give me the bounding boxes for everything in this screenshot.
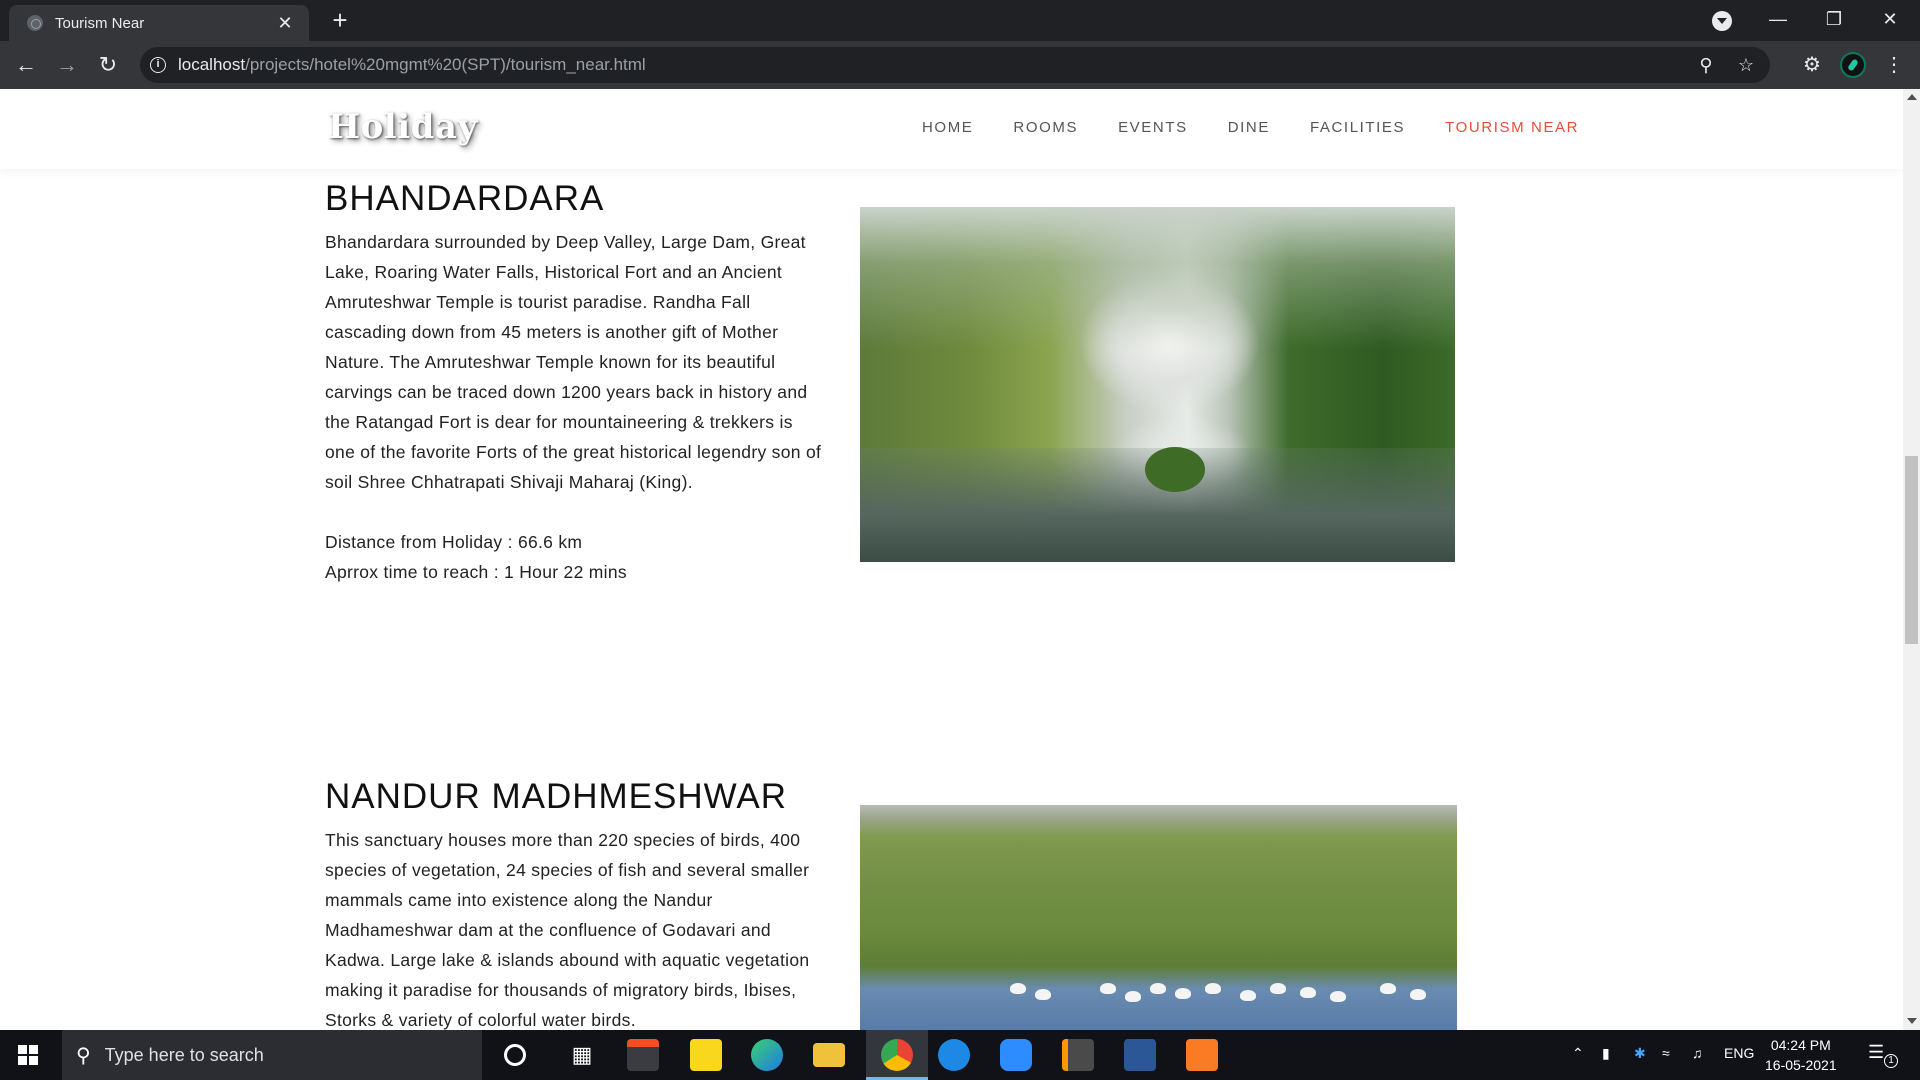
image-detail — [1145, 447, 1205, 492]
taskbar-search[interactable]: ⚲ Type here to search — [62, 1030, 482, 1080]
reload-icon[interactable]: ↻ — [92, 49, 124, 81]
tray-chevron-icon[interactable]: ⌃ — [1572, 1045, 1584, 1062]
bird-shape — [1240, 990, 1256, 1001]
store-icon[interactable] — [627, 1039, 659, 1071]
tab-search-icon[interactable] — [1712, 11, 1732, 31]
bird-shape — [1125, 991, 1141, 1002]
cortana-icon[interactable] — [504, 1044, 526, 1066]
xampp-icon[interactable] — [1186, 1039, 1218, 1071]
page-scrollbar[interactable] — [1903, 89, 1920, 1030]
tab-title: Tourism Near — [55, 14, 145, 32]
language-indicator[interactable]: ENG — [1724, 1045, 1754, 1061]
bird-shape — [1150, 983, 1166, 994]
restore-icon[interactable]: ❐ — [1806, 0, 1862, 41]
close-tab-icon[interactable]: ✕ — [273, 13, 297, 34]
browser-tab[interactable]: Tourism Near ✕ — [9, 5, 309, 41]
file-explorer-icon[interactable] — [813, 1043, 845, 1067]
scroll-thumb[interactable] — [1905, 456, 1918, 644]
zoom-icon[interactable]: ⚲ — [1694, 53, 1718, 77]
extensions-puzzle-icon[interactable]: ⚙ — [1800, 53, 1824, 77]
nav-events[interactable]: EVENTS — [1118, 119, 1188, 136]
bird-shape — [1175, 988, 1191, 999]
word-icon[interactable] — [1124, 1039, 1156, 1071]
address-bar[interactable]: i localhost/projects/hotel%20mgmt%20(SPT… — [140, 47, 1770, 83]
info-icon[interactable]: i — [150, 57, 166, 73]
nav-rooms[interactable]: ROOMS — [1013, 119, 1078, 136]
bird-shape — [1270, 983, 1286, 994]
bird-shape — [1300, 987, 1316, 998]
scroll-down-icon[interactable] — [1907, 1018, 1917, 1024]
profile-avatar[interactable] — [1840, 52, 1866, 78]
edge-icon[interactable] — [751, 1039, 783, 1071]
bluetooth-icon[interactable]: ✱ — [1634, 1045, 1646, 1062]
notification-icon[interactable]: ☰ — [1868, 1042, 1884, 1063]
page-viewport: Holiday HOME ROOMS EVENTS DINE FACILITIE… — [0, 89, 1903, 1030]
search-icon: ⚲ — [76, 1044, 91, 1067]
nav-facilities[interactable]: FACILITIES — [1310, 119, 1405, 136]
menu-kebab-icon[interactable]: ⋮ — [1882, 53, 1906, 77]
window-close-icon[interactable]: ✕ — [1862, 0, 1918, 41]
volume-icon[interactable]: ♫ — [1692, 1045, 1703, 1061]
safari-like-icon[interactable] — [938, 1039, 970, 1071]
clock-time: 04:24 PM — [1770, 1037, 1831, 1053]
notification-count: 1 — [1884, 1054, 1898, 1068]
nav-tourism-near[interactable]: TOURISM NEAR — [1445, 119, 1579, 136]
bhandardara-waterfall-image — [860, 207, 1455, 562]
back-icon[interactable]: ← — [10, 49, 42, 81]
bird-shape — [1010, 983, 1026, 994]
chrome-icon[interactable] — [881, 1039, 913, 1071]
wifi-icon[interactable]: ≈ — [1662, 1045, 1670, 1061]
site-nav: HOME ROOMS EVENTS DINE FACILITIES TOURIS… — [922, 119, 1619, 136]
zoom-app-icon[interactable] — [1000, 1039, 1032, 1071]
url-text[interactable]: localhost/projects/hotel%20mgmt%20(SPT)/… — [178, 55, 646, 75]
sublime-text-icon[interactable] — [1062, 1039, 1094, 1071]
section-description: Bhandardara surrounded by Deep Valley, L… — [325, 232, 822, 492]
bird-shape — [1100, 983, 1116, 994]
nav-dine[interactable]: DINE — [1228, 119, 1270, 136]
bookmark-star-icon[interactable]: ☆ — [1734, 53, 1758, 77]
system-clock[interactable]: 04:24 PM 16-05-2021 — [1765, 1035, 1837, 1075]
task-view-icon[interactable]: ▦ — [566, 1039, 598, 1071]
bird-shape — [1035, 989, 1051, 1000]
windows-start-icon[interactable] — [18, 1045, 38, 1065]
battery-icon[interactable]: ▮ — [1602, 1045, 1610, 1062]
section-description: This sanctuary houses more than 220 spec… — [325, 830, 810, 1030]
minimize-icon[interactable]: — — [1750, 0, 1806, 41]
bird-shape — [1330, 991, 1346, 1002]
scroll-up-icon[interactable] — [1907, 94, 1917, 100]
site-logo[interactable]: Holiday — [328, 107, 478, 147]
nav-home[interactable]: HOME — [922, 119, 973, 136]
sticky-notes-icon[interactable] — [690, 1039, 722, 1071]
bird-shape — [1205, 983, 1221, 994]
search-placeholder: Type here to search — [104, 1044, 264, 1065]
browser-toolbar: ← → ↻ i localhost/projects/hotel%20mgmt%… — [0, 41, 1920, 89]
forward-icon[interactable]: → — [51, 49, 83, 81]
nandur-birds-image — [860, 805, 1457, 1030]
globe-icon — [27, 15, 43, 31]
site-header: Holiday HOME ROOMS EVENTS DINE FACILITIE… — [0, 89, 1903, 169]
windows-taskbar: ⚲ Type here to search ▦ ⌃ ▮ ✱ ≈ ♫ ENG 04… — [0, 1030, 1920, 1080]
bird-shape — [1410, 989, 1426, 1000]
new-tab-button[interactable]: + — [325, 6, 355, 36]
bird-shape — [1380, 983, 1396, 994]
browser-tab-strip: Tourism Near ✕ + — ❐ ✕ — [0, 0, 1920, 41]
clock-date: 16-05-2021 — [1765, 1057, 1837, 1073]
